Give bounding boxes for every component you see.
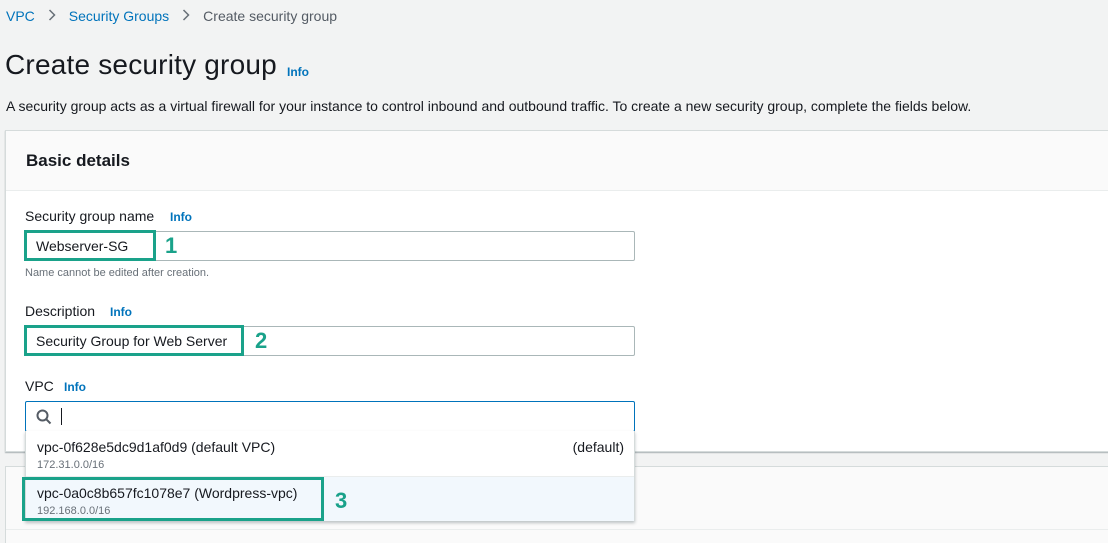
security-group-name-info-link[interactable]: Info (170, 210, 192, 224)
vpc-info-link[interactable]: Info (64, 380, 86, 394)
vpc-dropdown-list: vpc-0f628e5dc9d1af0d9 (default VPC) 172.… (25, 431, 635, 521)
description-label: Description (25, 303, 96, 319)
annotation-number-3: 3 (335, 488, 348, 513)
text-caret (61, 408, 62, 425)
breadcrumb-current: Create security group (203, 8, 338, 24)
name-hint: Name cannot be edited after creation. (25, 267, 210, 279)
description-input[interactable] (25, 326, 635, 356)
security-group-name-input[interactable] (25, 231, 635, 261)
vpc-search-input[interactable] (25, 401, 635, 432)
security-group-name-label: Security group name (25, 208, 155, 224)
page-title: Create security group (5, 49, 277, 80)
vpc-label: VPC (25, 378, 54, 394)
vpc-option-default-tag: (default) (572, 439, 624, 455)
annotation-number-1: 1 (165, 233, 178, 258)
chevron-right-icon (182, 8, 190, 24)
panel-heading: Basic details (26, 151, 130, 170)
description-info-link[interactable]: Info (110, 305, 132, 319)
vpc-option-name: vpc-0f628e5dc9d1af0d9 (default VPC) (37, 439, 276, 455)
page-description: A security group acts as a virtual firew… (6, 98, 972, 114)
panel-header: Basic details (6, 131, 1108, 191)
vpc-option-name: vpc-0a0c8b657fc1078e7 (Wordpress-vpc) (37, 485, 298, 501)
chevron-right-icon (48, 8, 56, 24)
vpc-option-default[interactable]: vpc-0f628e5dc9d1af0d9 (default VPC) 172.… (26, 431, 634, 476)
breadcrumb: VPC Security Groups Create security grou… (6, 8, 337, 24)
vpc-option-wordpress[interactable]: vpc-0a0c8b657fc1078e7 (Wordpress-vpc) 19… (26, 476, 634, 521)
breadcrumb-link-vpc[interactable]: VPC (6, 8, 35, 24)
vpc-option-cidr: 192.168.0.0/16 (37, 505, 111, 517)
annotation-number-2: 2 (255, 328, 268, 353)
search-icon (36, 409, 52, 425)
breadcrumb-link-security-groups[interactable]: Security Groups (69, 8, 169, 24)
divider (6, 529, 1108, 530)
title-info-link[interactable]: Info (287, 65, 309, 79)
vpc-option-cidr: 172.31.0.0/16 (37, 459, 105, 471)
